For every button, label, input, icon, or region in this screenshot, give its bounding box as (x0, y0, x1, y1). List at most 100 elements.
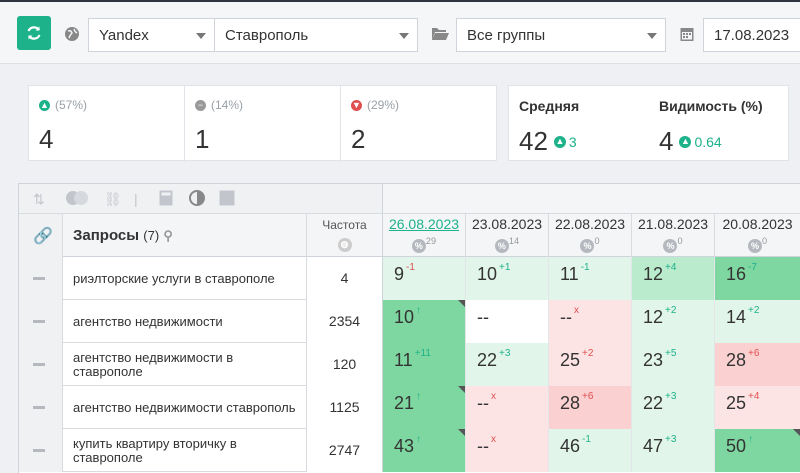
stat-down-count: 2 (351, 124, 366, 154)
contrast-icon[interactable] (189, 190, 205, 209)
position-cell[interactable]: -- x (466, 429, 549, 472)
average-value: 42 (519, 126, 548, 156)
position-change-card: ▲ (57%) 4 − (14%) 1 ▼ (29%) 2 (28, 85, 497, 162)
region-value: Ставрополь (225, 26, 309, 44)
average-value-group: 42 ▲ 3 (519, 126, 577, 157)
date-column-0[interactable]: 26.08.2023 % 29 (383, 214, 466, 257)
position-cell[interactable]: 50 ↑ (715, 429, 800, 472)
toggle-icon[interactable] (65, 190, 89, 209)
percent-icon: % (747, 238, 762, 253)
refresh-button[interactable] (17, 16, 51, 50)
row-toggle[interactable] (19, 343, 63, 386)
query-cell[interactable]: агентство недвижимости в ставрополе (63, 343, 307, 386)
globe-icon (65, 27, 79, 41)
position-cell[interactable]: 14 +2 (715, 300, 800, 343)
row-toggle[interactable] (19, 386, 63, 429)
search-engine-select[interactable]: Yandex (88, 18, 215, 52)
separator: | (134, 191, 138, 207)
date-column-4[interactable]: 20.08.2023 % 0 (715, 214, 800, 257)
date-label: 21.08.2023 (637, 216, 709, 232)
table-row: агентство недвижимости в ставрополе 120 … (19, 343, 800, 386)
position-cell[interactable]: 10 ↑ (383, 300, 466, 343)
date-column-3[interactable]: 21.08.2023 % 0 (632, 214, 715, 257)
position-cell[interactable]: 12 +4 (632, 257, 715, 300)
position-cell[interactable]: 22 +3 (632, 386, 715, 429)
position-value: 9 (394, 264, 405, 284)
search-icon[interactable]: ⚲ (163, 228, 173, 243)
position-delta: ↑ (748, 434, 754, 445)
refresh-icon (27, 26, 41, 40)
position-delta: +4 (665, 262, 677, 273)
frequency-label: Частота (322, 218, 367, 232)
minus-icon (33, 363, 45, 366)
row-toggle[interactable] (19, 257, 63, 300)
stat-same-count: 1 (195, 124, 210, 154)
date-input[interactable]: 17.08.2023 (703, 18, 800, 52)
position-cell[interactable]: 22 +3 (466, 343, 549, 386)
summary-card: Средняя 42 ▲ 3 Видимость (%) 4 ▲ 0.64 (508, 85, 789, 161)
position-cell[interactable]: 16 -7 (715, 257, 800, 300)
position-delta: +3 (665, 434, 677, 445)
position-cell[interactable]: 9 -1 (383, 257, 466, 300)
position-delta: +2 (748, 305, 760, 316)
calendar-icon (680, 28, 694, 41)
position-cell[interactable]: 11 -1 (549, 257, 632, 300)
position-cell[interactable]: 25 +4 (715, 386, 800, 429)
queries-column-header[interactable]: Запросы (7) ⚲ (63, 214, 307, 257)
date-label[interactable]: 26.08.2023 (383, 216, 465, 232)
position-delta: +3 (665, 391, 677, 402)
date-column-1[interactable]: 23.08.2023 % 14 (466, 214, 549, 257)
position-cell[interactable]: 21 ↑ (383, 386, 466, 429)
percent-icon: % (494, 238, 509, 253)
position-value: 25 (560, 350, 581, 370)
date-sub: 0 (677, 236, 683, 246)
position-cell[interactable]: 28 +6 (715, 343, 800, 386)
position-delta: +1 (499, 262, 511, 273)
query-cell[interactable]: купить квартиру вторичку в ставрополе (63, 429, 307, 472)
text-icon[interactable] (219, 190, 235, 209)
globe-icon: ◍ (337, 237, 352, 252)
arrow-up-icon: ▲ (553, 135, 566, 148)
position-cell[interactable]: 47 +3 (632, 429, 715, 472)
sort-icon[interactable]: ⇅ (33, 191, 45, 208)
position-cell[interactable]: -- x (466, 386, 549, 429)
date-sub: 0 (761, 236, 768, 246)
region-select[interactable]: Ставрополь (214, 18, 418, 52)
query-cell[interactable]: агентство недвижимости (63, 300, 307, 343)
position-cell[interactable]: 28 +6 (549, 386, 632, 429)
minus-icon (33, 320, 45, 323)
position-cell[interactable]: -- (466, 300, 549, 343)
position-delta: x (491, 391, 496, 402)
minus-icon (33, 277, 45, 280)
stat-down: ▼ (29%) 2 (341, 86, 497, 162)
date-column-2[interactable]: 22.08.2023 % 0 (549, 214, 632, 257)
query-cell[interactable]: риэлторские услуги в ставрополе (63, 257, 307, 300)
table-row: риэлторские услуги в ставрополе 4 9 -1 10… (19, 257, 800, 300)
stat-up-pct: (57%) (55, 98, 88, 112)
visibility-value: 4 (659, 126, 674, 156)
frequency-column-header[interactable]: Частота ◍ (307, 214, 383, 257)
position-cell[interactable]: 25 +2 (549, 343, 632, 386)
link-column-header[interactable]: 🔗 (19, 214, 63, 257)
position-value: 14 (726, 307, 747, 327)
row-toggle[interactable] (19, 300, 63, 343)
position-value: 28 (560, 393, 581, 413)
row-toggle[interactable] (19, 429, 63, 472)
table-row: агентство недвижимости 2354 10 ↑ -- -- x 1… (19, 300, 800, 343)
position-cell[interactable]: 10 +1 (466, 257, 549, 300)
position-cell[interactable]: 12 +2 (632, 300, 715, 343)
query-cell[interactable]: агентство недвижимости ставрополь (63, 386, 307, 429)
position-cell[interactable]: 46 -1 (549, 429, 632, 472)
group-select[interactable]: Все группы (456, 18, 666, 52)
position-cell[interactable]: 23 +5 (632, 343, 715, 386)
position-cell[interactable]: 11 +11 (383, 343, 466, 386)
frequency-cell: 4 (307, 257, 383, 300)
position-value: 10 (477, 264, 498, 284)
position-value: -- (477, 393, 489, 413)
link-icon[interactable]: ⛓ (104, 191, 122, 208)
calculator-icon[interactable] (159, 190, 173, 209)
position-cell[interactable]: -- x (549, 300, 632, 343)
position-cell[interactable]: 43 ↑ (383, 429, 466, 472)
chevron-down-icon (399, 33, 409, 39)
minus-icon: − (195, 99, 206, 111)
